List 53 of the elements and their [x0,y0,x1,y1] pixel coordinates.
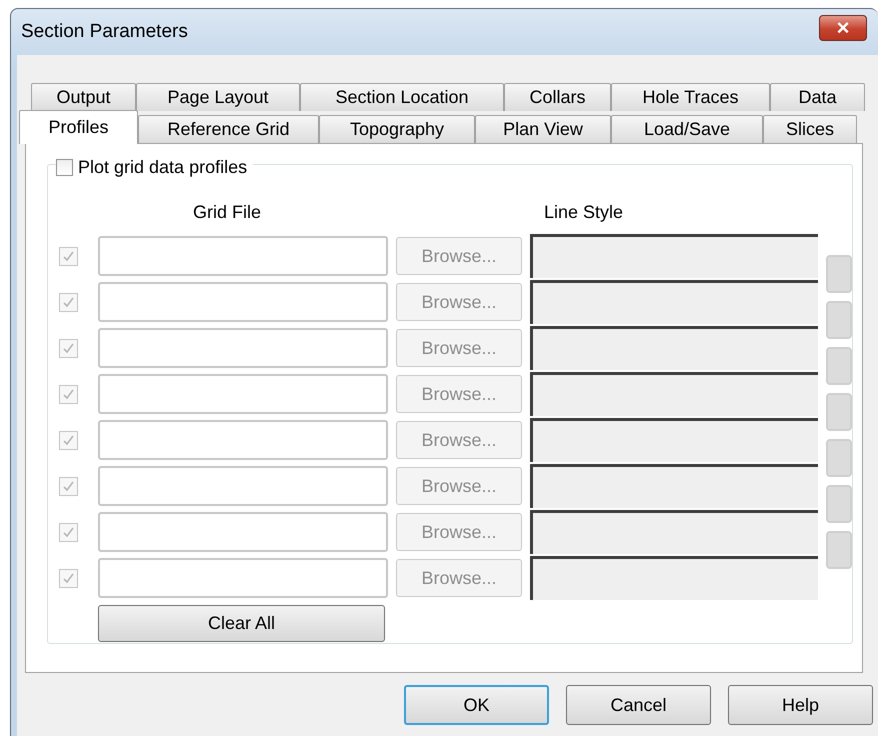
side-button[interactable] [826,255,852,293]
column-header: Grid File [193,201,262,224]
close-button[interactable]: × [819,15,867,41]
check-icon [62,296,75,308]
line-style-swatch[interactable] [530,234,818,278]
check-icon [62,434,75,446]
tab[interactable]: Page Layout [136,83,300,111]
grid-file-field[interactable] [98,512,388,552]
dialog-button[interactable]: Help [728,685,873,725]
grid-file-field[interactable] [98,466,388,506]
tab[interactable]: Collars [504,83,611,111]
dialog-button[interactable]: Cancel [566,685,711,725]
tab[interactable]: Output [31,83,136,111]
tab[interactable]: Load/Save [611,115,763,143]
checkbox[interactable] [56,159,73,176]
side-button[interactable] [826,301,852,339]
tab[interactable]: Slices [763,115,857,143]
side-button[interactable] [826,485,852,523]
side-button[interactable] [826,531,852,569]
check-icon [62,526,75,538]
side-button[interactable] [826,347,852,385]
grid-file-field[interactable] [98,374,388,414]
tab[interactable]: Section Location [300,83,504,111]
grid-file-field[interactable] [98,420,388,460]
line-style-swatch[interactable] [530,280,818,324]
tab[interactable]: Data [770,83,865,111]
clear-all-button[interactable]: Clear All [98,605,385,642]
grid-file-field[interactable] [98,236,388,276]
grid-file-field[interactable] [98,282,388,322]
tab[interactable]: Topography [319,115,475,143]
line-style-swatch[interactable] [530,418,818,462]
dialog-button[interactable]: OK [404,685,549,725]
line-style-swatch[interactable] [530,510,818,554]
checkbox-label: Plot grid data profiles [78,156,248,179]
window-title: Section Parameters [21,20,188,44]
line-style-swatch[interactable] [530,372,818,416]
check-icon [62,388,75,400]
side-button[interactable] [826,393,852,431]
tab[interactable]: Hole Traces [611,83,770,111]
check-icon [62,480,75,492]
check-icon [62,342,75,354]
grid-file-field[interactable] [98,558,388,598]
grid-file-field[interactable] [98,328,388,368]
line-style-swatch[interactable] [530,326,818,370]
tab[interactable]: Reference Grid [138,115,319,143]
line-style-swatch[interactable] [530,556,818,600]
side-button[interactable] [826,439,852,477]
tab[interactable]: Profiles [19,110,138,144]
check-icon [62,572,75,584]
check-icon [62,250,75,262]
tab[interactable]: Plan View [475,115,611,143]
line-style-swatch[interactable] [530,464,818,508]
column-header: Line Style [544,201,624,224]
